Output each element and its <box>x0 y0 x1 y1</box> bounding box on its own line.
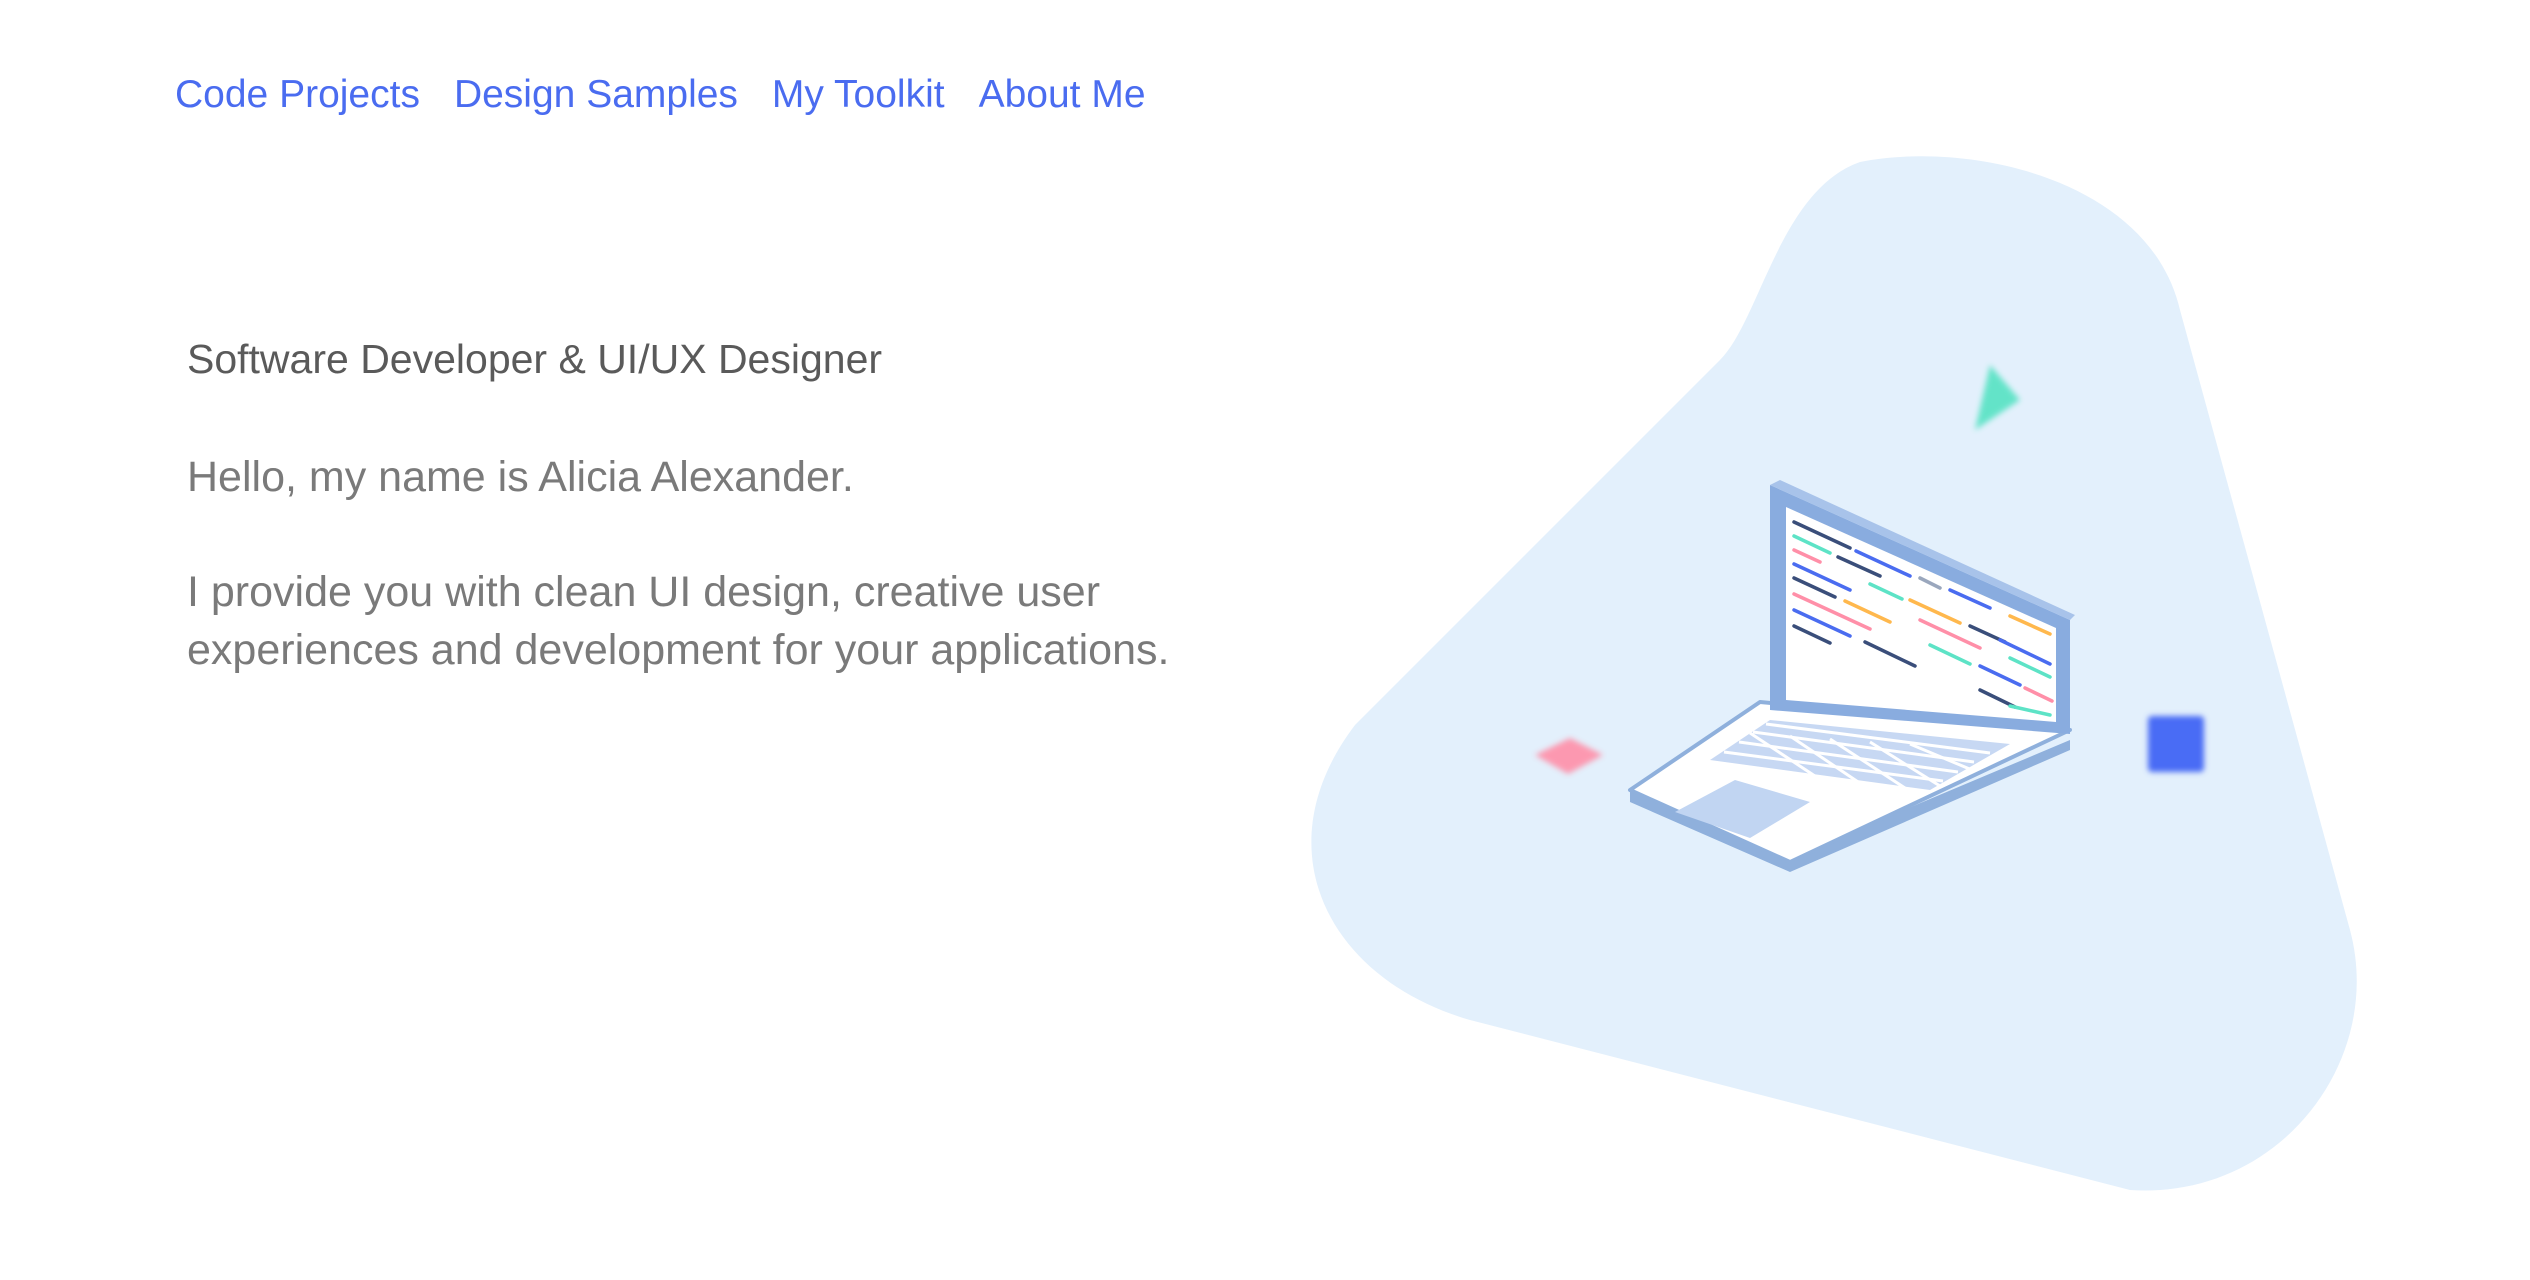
hero-subtitle: Software Developer & UI/UX Designer <box>187 336 883 382</box>
hero-greeting: Hello, my name is Alicia Alexander. <box>187 453 854 501</box>
laptop-illustration <box>1290 150 2390 1210</box>
blue-square-shape <box>2148 716 2204 772</box>
nav-my-toolkit[interactable]: My Toolkit <box>772 72 945 119</box>
hero-description: I provide you with clean UI design, crea… <box>187 568 1170 674</box>
page: Code Projects Design Samples My Toolkit … <box>0 0 2530 1280</box>
illustration-svg <box>1311 156 2357 1191</box>
nav-design-samples[interactable]: Design Samples <box>454 72 738 119</box>
main-nav: Code Projects Design Samples My Toolkit … <box>175 72 1146 119</box>
nav-code-projects[interactable]: Code Projects <box>175 72 420 119</box>
nav-about-me[interactable]: About Me <box>979 72 1146 119</box>
hero-text: Software Developer & UI/UX Designer Hell… <box>187 336 1287 679</box>
